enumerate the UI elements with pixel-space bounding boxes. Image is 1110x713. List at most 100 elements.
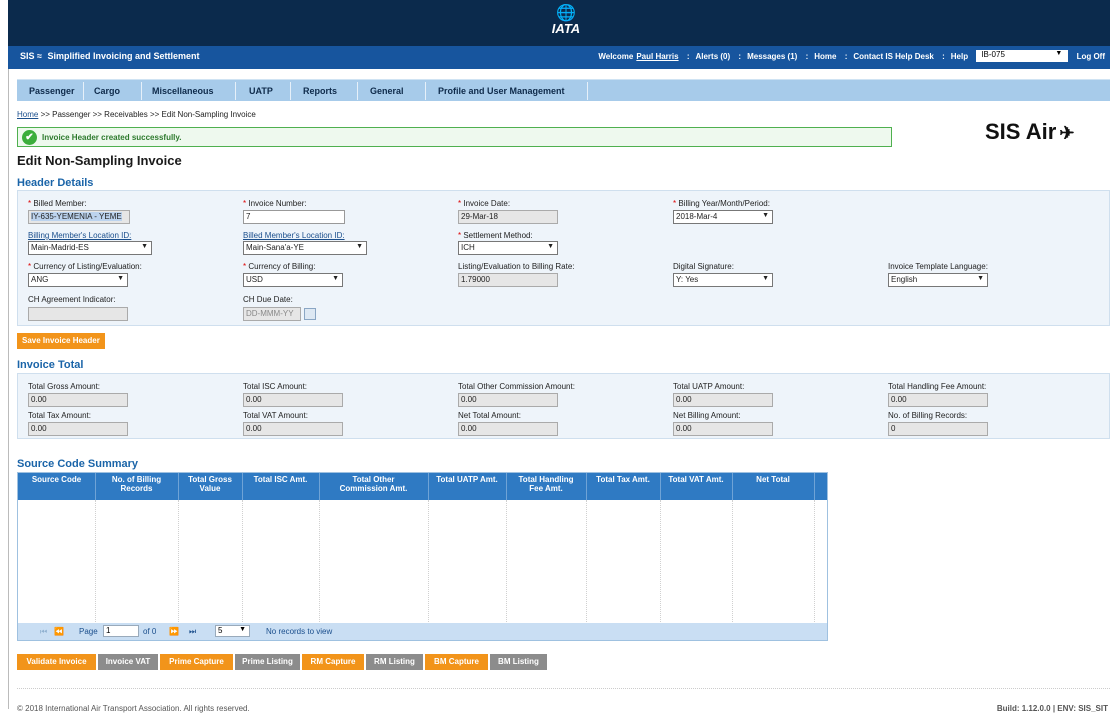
nav-divider xyxy=(587,82,588,100)
rm-listing-button[interactable]: RM Listing xyxy=(366,654,423,670)
header-details-title: Header Details xyxy=(17,177,94,189)
prime-listing-button[interactable]: Prime Listing xyxy=(235,654,300,670)
col-total-tax[interactable]: Total Tax Amt. xyxy=(586,475,660,484)
billing-location-label: Billing Member's Location ID: xyxy=(28,231,132,240)
billed-location-select[interactable]: Main-Sana'a-YE ▼ xyxy=(243,241,367,255)
currency-billing-select[interactable]: USD ▼ xyxy=(243,273,343,287)
ch-agreement-field[interactable] xyxy=(28,307,128,321)
page-size-select[interactable]: 5 ▼ xyxy=(215,625,250,637)
member-select[interactable]: IB-075 ▼ xyxy=(976,50,1069,62)
nav-passenger[interactable]: Passenger xyxy=(29,86,75,96)
prev-page-icon[interactable]: ⏪ xyxy=(54,627,64,636)
messages-link[interactable]: Messages (1) xyxy=(747,52,797,61)
total-tax-label: Total Tax Amount: xyxy=(28,411,91,420)
col-total-other-commission[interactable]: Total Other Commission Amt. xyxy=(319,475,428,493)
col-billing-records[interactable]: No. of Billing Records xyxy=(95,475,178,493)
first-page-icon[interactable]: ⏮ xyxy=(40,627,47,637)
rate-field[interactable]: 1.79000 xyxy=(458,273,558,287)
source-code-summary-title: Source Code Summary xyxy=(17,458,139,470)
col-source-code[interactable]: Source Code xyxy=(18,475,95,484)
iata-logo: 🌐 IATA xyxy=(546,6,586,42)
template-language-select[interactable]: English ▼ xyxy=(888,273,988,287)
total-tax-field[interactable]: 0.00 xyxy=(28,422,128,436)
col-total-gross[interactable]: Total Gross Value xyxy=(178,475,242,493)
calendar-icon[interactable] xyxy=(304,308,316,320)
nav-profile-user-management[interactable]: Profile and User Management xyxy=(438,86,565,96)
billing-period-select[interactable]: 2018-Mar-4 ▼ xyxy=(673,210,773,224)
invoice-total-panel: Total Gross Amount: 0.00 Total ISC Amoun… xyxy=(17,373,1110,439)
no-records-text: No records to view xyxy=(266,627,333,636)
nav-cargo[interactable]: Cargo xyxy=(94,86,120,96)
user-link[interactable]: Paul Harris xyxy=(636,52,678,61)
billed-member-value: IY-635-YEMENIA - YEME xyxy=(31,212,122,221)
billing-location-select[interactable]: Main-Madrid-ES ▼ xyxy=(28,241,152,255)
invoice-date-field[interactable]: 29-Mar-18 xyxy=(458,210,558,224)
page-input[interactable]: 1 xyxy=(103,625,139,637)
currency-listing-select[interactable]: ANG ▼ xyxy=(28,273,128,287)
ch-due-date-field[interactable]: DD-MMM-YY xyxy=(243,307,301,321)
header-details-panel: * Billed Member: IY-635-YEMENIA - YEME *… xyxy=(17,190,1110,326)
invoice-vat-button[interactable]: Invoice VAT xyxy=(98,654,158,670)
nav-divider xyxy=(290,82,291,100)
billed-member-field[interactable]: IY-635-YEMENIA - YEME xyxy=(28,210,130,224)
nav-reports[interactable]: Reports xyxy=(303,86,337,96)
validate-invoice-button[interactable]: Validate Invoice xyxy=(17,654,96,670)
total-vat-field[interactable]: 0.00 xyxy=(243,422,343,436)
prime-capture-button[interactable]: Prime Capture xyxy=(160,654,233,670)
total-isc-label: Total ISC Amount: xyxy=(243,382,308,391)
template-language-label: Invoice Template Language: xyxy=(888,262,988,271)
nav-miscellaneous[interactable]: Miscellaneous xyxy=(152,86,214,96)
currency-billing-label: * Currency of Billing: xyxy=(243,262,316,271)
invoice-total-title: Invoice Total xyxy=(17,359,84,371)
next-page-icon[interactable]: ⏩ xyxy=(169,627,179,636)
total-other-commission-field[interactable]: 0.00 xyxy=(458,393,558,407)
digital-signature-select[interactable]: Y: Yes ▼ xyxy=(673,273,773,287)
contact-helpdesk-link[interactable]: Contact IS Help Desk xyxy=(853,52,933,61)
save-invoice-header-button[interactable]: Save Invoice Header xyxy=(17,333,105,349)
sis-abbr: SIS xyxy=(20,51,35,61)
settlement-method-label: * Settlement Method: xyxy=(458,231,533,240)
total-isc-field[interactable]: 0.00 xyxy=(243,393,343,407)
col-total-isc[interactable]: Total ISC Amt. xyxy=(242,475,319,484)
source-code-summary-grid: Source Code No. of Billing Records Total … xyxy=(17,472,828,641)
total-gross-field[interactable]: 0.00 xyxy=(28,393,128,407)
success-banner: ✔ Invoice Header created successfully. xyxy=(17,127,892,147)
nav-uatp[interactable]: UATP xyxy=(249,86,273,96)
logoff-link[interactable]: Log Off xyxy=(1077,52,1105,61)
total-handling-fee-field[interactable]: 0.00 xyxy=(888,393,988,407)
col-total-vat[interactable]: Total VAT Amt. xyxy=(660,475,732,484)
page-title: Edit Non-Sampling Invoice xyxy=(17,153,182,168)
billed-member-label: * Billed Member: xyxy=(28,199,87,208)
bm-listing-button[interactable]: BM Listing xyxy=(490,654,547,670)
chevron-down-icon: ▼ xyxy=(239,626,246,633)
breadcrumb-home-link[interactable]: Home xyxy=(17,110,38,119)
sis-logo-icon: ≈ xyxy=(37,51,42,61)
member-select-value: IB-075 xyxy=(981,50,1005,59)
billing-records-count-field[interactable]: 0 xyxy=(888,422,988,436)
total-gross-label: Total Gross Amount: xyxy=(28,382,101,391)
total-uatp-label: Total UATP Amount: xyxy=(673,382,745,391)
settlement-method-select[interactable]: ICH ▼ xyxy=(458,241,558,255)
ch-due-date-label: CH Due Date: xyxy=(243,295,293,304)
total-uatp-field[interactable]: 0.00 xyxy=(673,393,773,407)
page-left-border xyxy=(8,69,9,709)
currency-listing-label: * Currency of Listing/Evaluation: xyxy=(28,262,142,271)
col-total-handling-fee[interactable]: Total Handling Fee Amt. xyxy=(506,475,586,493)
nav-general[interactable]: General xyxy=(370,86,404,96)
chevron-down-icon: ▼ xyxy=(762,212,769,219)
invoice-number-field[interactable]: 7 xyxy=(243,210,345,224)
alerts-link[interactable]: Alerts (0) xyxy=(695,52,730,61)
billing-period-label: * Billing Year/Month/Period: xyxy=(673,199,770,208)
rm-capture-button[interactable]: RM Capture xyxy=(302,654,364,670)
col-net-total[interactable]: Net Total xyxy=(732,475,814,484)
last-page-icon[interactable]: ⏭ xyxy=(189,627,196,637)
top-banner: 🌐 IATA xyxy=(8,0,1110,46)
sis-header-bar: SIS ≈ Simplified Invoicing and Settlemen… xyxy=(8,46,1110,69)
col-total-uatp[interactable]: Total UATP Amt. xyxy=(428,475,506,484)
bm-capture-button[interactable]: BM Capture xyxy=(425,654,488,670)
build-info: Build: 1.12.0.0 | ENV: SIS_SIT xyxy=(996,704,1108,713)
help-link[interactable]: Help xyxy=(951,52,968,61)
net-total-field[interactable]: 0.00 xyxy=(458,422,558,436)
net-billing-field[interactable]: 0.00 xyxy=(673,422,773,436)
home-link[interactable]: Home xyxy=(814,52,836,61)
